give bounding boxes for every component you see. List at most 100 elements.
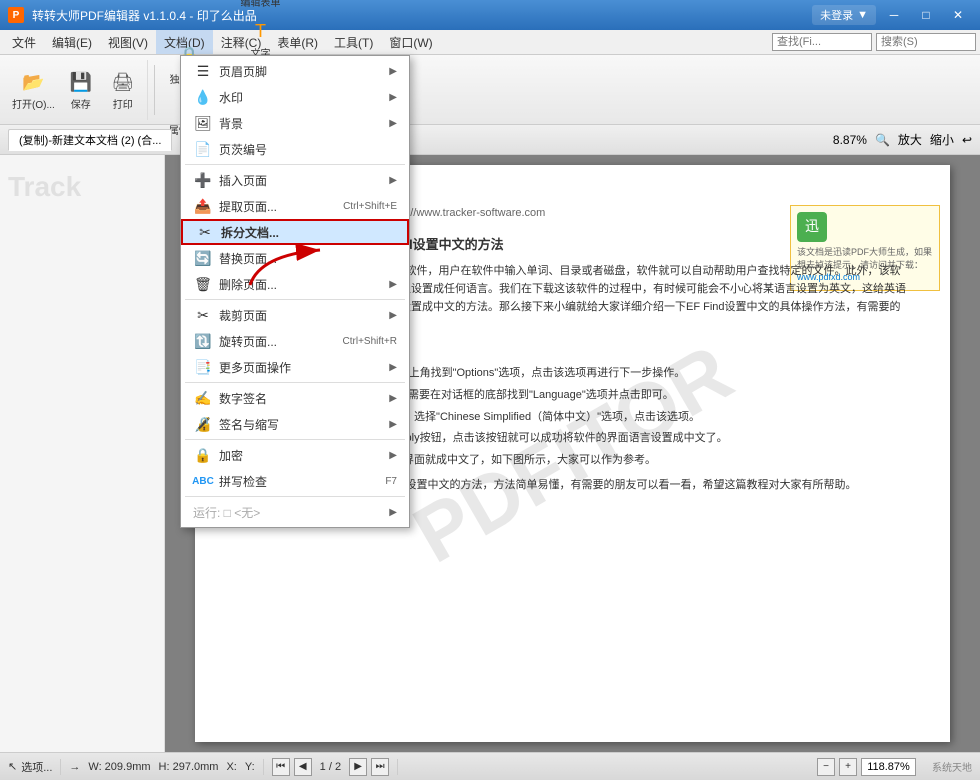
last-page-button[interactable]: ⏭ xyxy=(371,758,389,776)
sidebar-content: Track xyxy=(0,155,164,219)
menu-spell-check[interactable]: ABC 拼写检查 F7 xyxy=(181,468,409,494)
more-pages-arrow: ▶ xyxy=(389,362,397,373)
zoom-out-icon[interactable]: 🔍 xyxy=(875,133,890,147)
toolbar-file-group: 📂 打开(O)... 💾 保存 🖨 打印 xyxy=(4,60,148,120)
minimize-button[interactable]: ─ xyxy=(880,5,908,25)
dropdown-icon: ▼ xyxy=(857,9,868,21)
spell-check-shortcut: F7 xyxy=(385,476,397,487)
menu-sign-seal[interactable]: 🔏 签名与缩写 ▶ xyxy=(181,411,409,437)
select-tool-item: ↖ 选项... xyxy=(8,759,52,775)
zoom-controls: 8.87% 🔍 放大 缩小 ↩ xyxy=(833,131,972,148)
edit-form-button[interactable]: 📝 编辑表单 xyxy=(236,0,284,11)
app-title: 转转大师PDF编辑器 v1.1.0.4 - 印了么出品 xyxy=(32,7,257,24)
tab-label: (复制)-新建文本文档 (2) (合... xyxy=(19,135,161,147)
menu-encrypt[interactable]: 🔒 加密 ▶ xyxy=(181,442,409,468)
select-tool-label[interactable]: 选项... xyxy=(21,759,52,775)
sidebar-track-text: Track xyxy=(8,163,156,211)
sep-3 xyxy=(185,382,405,383)
menu-header-footer[interactable]: ☰ 页眉页脚 ▶ xyxy=(181,58,409,84)
menu-edit[interactable]: 编辑(E) xyxy=(44,30,100,54)
tab-bar: (复制)-新建文本文档 (2) (合... 8.87% 🔍 放大 缩小 ↩ xyxy=(0,125,980,155)
find-input[interactable] xyxy=(772,33,872,51)
arrow-nav-icon: → xyxy=(69,761,80,773)
menu-extract-page[interactable]: 📤 提取页面... Ctrl+Shift+E xyxy=(181,193,409,219)
zoom-input[interactable] xyxy=(861,758,916,776)
menu-window[interactable]: 窗口(W) xyxy=(381,30,440,54)
page-number-icon: 📄 xyxy=(193,139,213,159)
select-arrow-icon: ↖ xyxy=(8,760,17,773)
page-navigation: ⏮ ◀ 1 / 2 ▶ ⏭ xyxy=(272,758,389,776)
maximize-button[interactable]: □ xyxy=(912,5,940,25)
login-button[interactable]: 未登录 ▼ xyxy=(812,5,876,25)
height-label: H: 297.0mm xyxy=(159,761,219,773)
spell-check-icon: ABC xyxy=(193,471,213,491)
menu-digital-sign[interactable]: ✍ 数字签名 ▶ xyxy=(181,385,409,411)
delete-page-label: 删除页面... xyxy=(219,276,277,293)
menu-run: 运行: □ <无> ▶ xyxy=(181,499,409,525)
menu-bar: 文件 编辑(E) 视图(V) 文档(D) 注释(C) 表单(R) 工具(T) 窗… xyxy=(0,30,980,55)
rotate-page-shortcut: Ctrl+Shift+R xyxy=(343,336,397,347)
menu-rotate-page[interactable]: 🔃 旋转页面... Ctrl+Shift+R xyxy=(181,328,409,354)
title-bar-controls: 未登录 ▼ ─ □ ✕ xyxy=(812,5,972,25)
zoom-shrink-label: 缩小 xyxy=(930,131,954,148)
prev-page-button[interactable]: ◀ xyxy=(294,758,312,776)
sep-5 xyxy=(185,496,405,497)
save-icon: 💾 xyxy=(67,68,95,96)
menu-page-number[interactable]: 📄 页茨编号 xyxy=(181,136,409,162)
next-page-button[interactable]: ▶ xyxy=(349,758,367,776)
zoom-percent: 8.87% xyxy=(833,133,867,147)
toolbar-divider-1 xyxy=(154,65,155,115)
open-button[interactable]: 📂 打开(O)... xyxy=(8,66,59,113)
menu-file[interactable]: 文件 xyxy=(4,30,44,54)
search-area xyxy=(772,33,976,51)
replace-page-label: 替换页面... xyxy=(219,250,277,267)
toolbar-file-row1: 📂 打开(O)... 💾 保存 🖨 打印 xyxy=(8,66,143,113)
background-label: 背景 xyxy=(219,115,243,132)
page-number-label: 页茨编号 xyxy=(219,141,267,158)
close-button[interactable]: ✕ xyxy=(944,5,972,25)
app-icon: P xyxy=(8,7,24,23)
active-tab[interactable]: (复制)-新建文本文档 (2) (合... xyxy=(8,129,172,151)
extract-page-icon: 📤 xyxy=(193,196,213,216)
menu-insert-page[interactable]: ➕ 插入页面 ▶ xyxy=(181,167,409,193)
save-button[interactable]: 💾 保存 xyxy=(61,66,101,113)
crop-page-arrow: ▶ xyxy=(389,310,397,321)
zoom-area: − + xyxy=(817,758,916,776)
sign-seal-label: 签名与缩写 xyxy=(219,416,279,433)
menu-watermark[interactable]: 💧 水印 ▶ xyxy=(181,84,409,110)
menu-tools[interactable]: 工具(T) xyxy=(326,30,381,54)
width-label: W: 209.9mm xyxy=(88,761,150,773)
menu-replace-page[interactable]: 🔄 替换页面... xyxy=(181,245,409,271)
title-bar: P 转转大师PDF编辑器 v1.1.0.4 - 印了么出品 未登录 ▼ ─ □ … xyxy=(0,0,980,30)
header-footer-arrow: ▶ xyxy=(389,66,397,77)
zoom-out-button[interactable]: − xyxy=(817,758,835,776)
status-bar: ↖ 选项... → W: 209.9mm H: 297.0mm X: Y: ⏮ … xyxy=(0,752,980,780)
delete-page-arrow: ▶ xyxy=(389,279,397,290)
first-page-button[interactable]: ⏮ xyxy=(272,758,290,776)
undo-icon[interactable]: ↩ xyxy=(962,133,972,147)
search-input[interactable] xyxy=(876,33,976,51)
menu-delete-page[interactable]: 🗑 删除页面... ▶ xyxy=(181,271,409,297)
text-icon: T xyxy=(246,17,274,45)
menu-background[interactable]: 🖼 背景 ▶ xyxy=(181,110,409,136)
encrypt-label: 加密 xyxy=(219,447,243,464)
status-sep-3 xyxy=(397,759,398,775)
menu-view[interactable]: 视图(V) xyxy=(100,30,156,54)
menu-more-pages[interactable]: 📑 更多页面操作 ▶ xyxy=(181,354,409,380)
encrypt-arrow: ▶ xyxy=(389,450,397,461)
zoom-expand-label: 放大 xyxy=(898,131,922,148)
open-label: 打开(O)... xyxy=(12,96,55,111)
menu-crop-page[interactable]: ✂ 裁剪页面 ▶ xyxy=(181,302,409,328)
zoom-in-button[interactable]: + xyxy=(839,758,857,776)
encrypt-icon: 🔒 xyxy=(193,445,213,465)
title-bar-left: P 转转大师PDF编辑器 v1.1.0.4 - 印了么出品 xyxy=(8,7,257,24)
x-label: X: xyxy=(226,761,236,773)
menu-split-document[interactable]: ✂ 拆分文档... xyxy=(181,219,409,245)
sign-seal-icon: 🔏 xyxy=(193,414,213,434)
background-arrow: ▶ xyxy=(389,118,397,129)
sidebar: Track xyxy=(0,155,165,752)
sep-4 xyxy=(185,439,405,440)
print-label: 打印 xyxy=(113,96,133,111)
print-button[interactable]: 🖨 打印 xyxy=(103,66,143,113)
watermark-icon: 💧 xyxy=(193,87,213,107)
